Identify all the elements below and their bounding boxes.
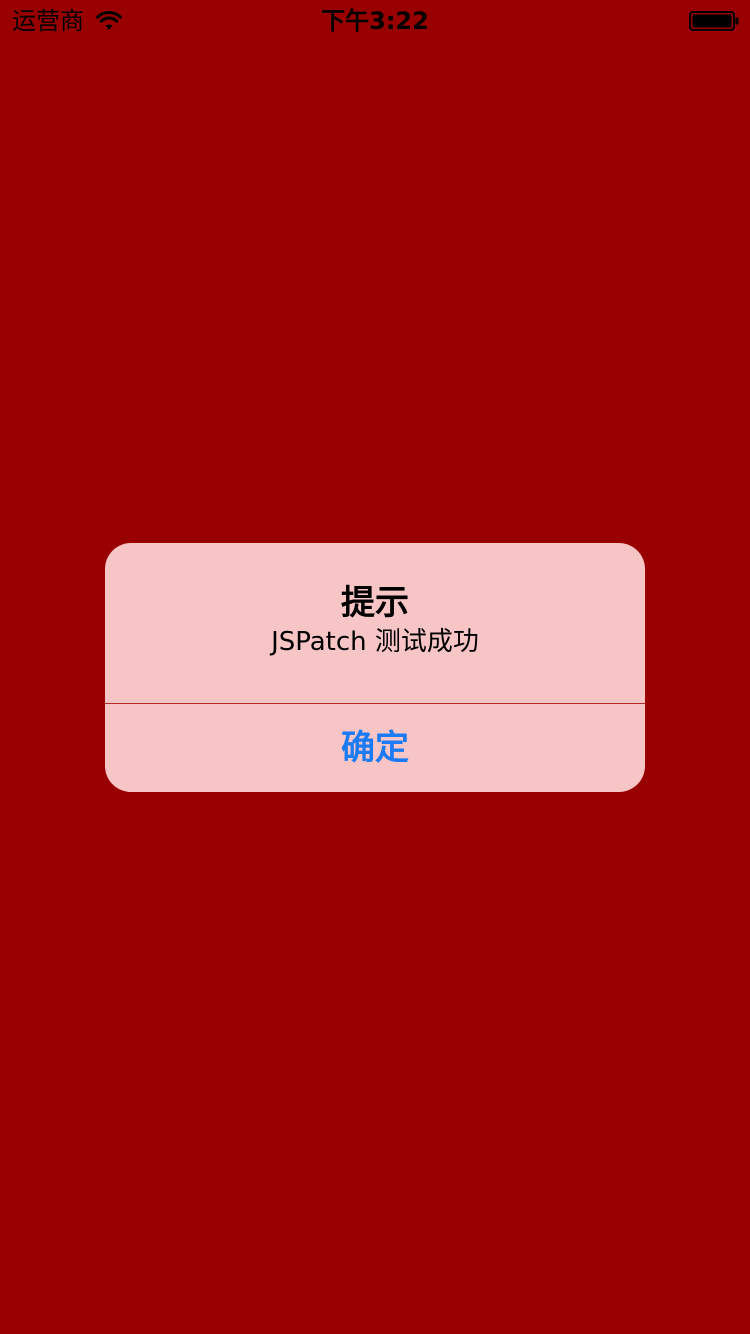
alert-message: JSPatch 测试成功 (271, 627, 479, 657)
confirm-button[interactable]: 确定 (105, 704, 645, 792)
status-time: 下午3:22 (321, 7, 429, 35)
status-bar: 运营商 下午3:22 (0, 0, 750, 40)
alert-title: 提示 (341, 583, 409, 623)
alert-body: 提示 JSPatch 测试成功 (105, 543, 645, 703)
alert-dialog: 提示 JSPatch 测试成功 确定 (105, 543, 645, 792)
battery-full-icon (689, 11, 739, 31)
